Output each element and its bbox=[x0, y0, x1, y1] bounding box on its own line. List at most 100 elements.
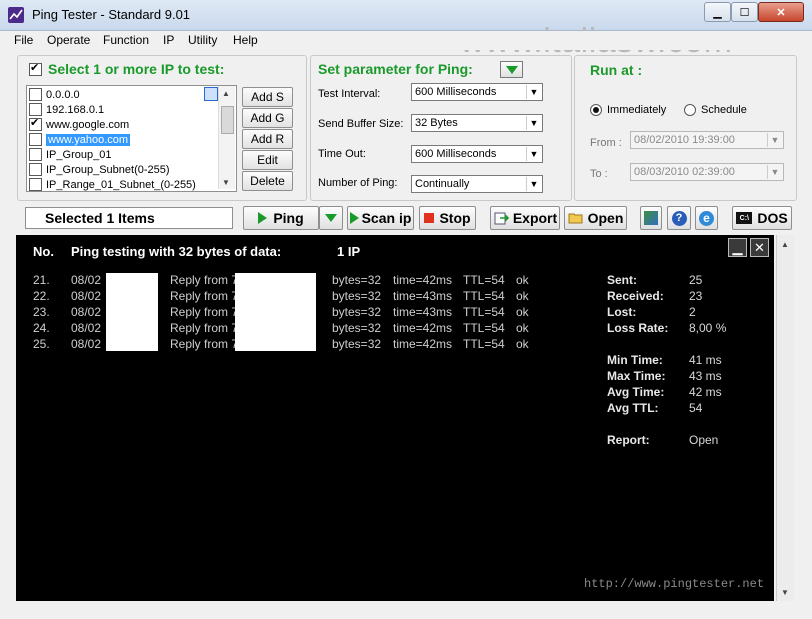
ip-list-item[interactable]: www.google.com bbox=[29, 116, 219, 132]
scroll-down-icon[interactable]: ▼ bbox=[219, 175, 233, 189]
row-bytes: bytes=32 bbox=[332, 321, 382, 335]
row-date: 08/02 bbox=[71, 273, 102, 287]
dropdown-arrow-icon: ▼ bbox=[526, 147, 541, 161]
row-number: 22. bbox=[33, 289, 50, 303]
scroll-up-icon[interactable]: ▲ bbox=[219, 86, 233, 100]
scroll-up-icon[interactable]: ▲ bbox=[778, 237, 792, 251]
close-icon: ✕ bbox=[754, 239, 765, 255]
help-button[interactable]: ? bbox=[667, 206, 691, 230]
row-number: 24. bbox=[33, 321, 50, 335]
ip-list-item[interactable]: www.yahoo.com bbox=[29, 132, 219, 147]
row-status: ok bbox=[516, 289, 529, 303]
from-datetime[interactable]: 08/02/2010 19:39:00 ▼ bbox=[630, 131, 784, 149]
network-tool-button[interactable] bbox=[640, 206, 662, 230]
ip-list[interactable]: 0.0.0.0 192.168.0.1 www.google.com www.yaho… bbox=[26, 85, 237, 192]
select-all-checkbox[interactable] bbox=[29, 61, 42, 79]
radio-schedule[interactable] bbox=[684, 104, 696, 119]
ip-list-item[interactable]: 0.0.0.0 bbox=[29, 87, 219, 102]
menu-file[interactable]: File bbox=[14, 33, 33, 47]
console-scrollbar[interactable]: ▲ ▼ bbox=[776, 235, 794, 601]
stat-label: Sent: bbox=[607, 273, 637, 287]
row-ttl: TTL=54 bbox=[463, 305, 505, 319]
radio-immediately[interactable] bbox=[590, 104, 602, 119]
edit-button[interactable]: Edit bbox=[242, 150, 293, 170]
ip-item-checkbox[interactable] bbox=[29, 148, 42, 161]
ip-item-checkbox[interactable] bbox=[29, 133, 42, 146]
add-group-button[interactable]: Add G bbox=[242, 108, 293, 128]
browser-button[interactable]: e bbox=[695, 206, 718, 230]
ip-item-checkbox[interactable] bbox=[29, 163, 42, 176]
add-range-button[interactable]: Add R bbox=[242, 129, 293, 149]
stat-label: Report: bbox=[607, 433, 650, 447]
dos-button[interactable]: C:\ DOS bbox=[732, 206, 792, 230]
window-title: Ping Tester - Standard 9.01 bbox=[32, 7, 191, 22]
row-bytes: bytes=32 bbox=[332, 337, 382, 351]
ping-options-button[interactable] bbox=[319, 206, 343, 230]
maximize-icon: ☐ bbox=[739, 6, 750, 19]
delete-button[interactable]: Delete bbox=[242, 171, 293, 191]
stat-value: 8,00 % bbox=[689, 321, 727, 335]
stat-label: Received: bbox=[607, 289, 664, 303]
chevron-down-icon bbox=[505, 65, 518, 74]
row-date: 08/02 bbox=[71, 305, 102, 319]
row-time: time=43ms bbox=[393, 305, 453, 319]
add-single-button[interactable]: Add S bbox=[242, 87, 293, 107]
test-interval-select[interactable]: 600 Milliseconds ▼ bbox=[411, 83, 543, 101]
menu-function[interactable]: Function bbox=[103, 33, 149, 47]
to-label: To : bbox=[590, 168, 608, 180]
scroll-thumb[interactable] bbox=[221, 106, 234, 134]
ip-item-checkbox[interactable] bbox=[29, 103, 42, 116]
row-bytes: bytes=32 bbox=[332, 289, 382, 303]
scan-ip-button[interactable]: Scan ip bbox=[347, 206, 414, 230]
ip-item-checkbox[interactable] bbox=[29, 116, 42, 131]
ip-list-item[interactable]: IP_Range_01_Subnet_(0-255) bbox=[29, 177, 219, 191]
row-reply: Reply from 7 bbox=[170, 337, 239, 351]
export-button[interactable]: Export bbox=[490, 206, 560, 230]
console-icon: C:\ bbox=[736, 212, 753, 224]
list-toggle-icon[interactable] bbox=[204, 87, 218, 101]
param-panel-title: Set parameter for Ping: bbox=[318, 61, 473, 77]
menu-ip[interactable]: IP bbox=[163, 33, 174, 47]
ip-item-label: 192.168.0.1 bbox=[46, 103, 105, 116]
ip-list-scrollbar[interactable]: ▲ ▼ bbox=[218, 86, 235, 189]
minimize-button[interactable]: ▁ bbox=[704, 2, 731, 22]
ip-panel-title: Select 1 or more IP to test: bbox=[48, 61, 225, 77]
row-number: 25. bbox=[33, 337, 50, 351]
ip-list-item[interactable]: IP_Group_01 bbox=[29, 147, 219, 162]
menu-operate[interactable]: Operate bbox=[47, 33, 90, 47]
close-button[interactable]: ✕ bbox=[758, 2, 804, 22]
row-reply: Reply from 7 bbox=[170, 305, 239, 319]
ip-list-item[interactable]: 192.168.0.1 bbox=[29, 102, 219, 117]
scroll-down-icon[interactable]: ▼ bbox=[778, 585, 792, 599]
to-datetime[interactable]: 08/03/2010 02:39:00 ▼ bbox=[630, 163, 784, 181]
menu-help[interactable]: Help bbox=[233, 33, 258, 47]
ip-list-item[interactable]: IP_Group_Subnet(0-255) bbox=[29, 162, 219, 177]
ip-item-checkbox[interactable] bbox=[29, 88, 42, 101]
row-time: time=43ms bbox=[393, 289, 453, 303]
dropdown-arrow-icon: ▼ bbox=[526, 116, 541, 130]
ip-item-label: IP_Group_Subnet(0-255) bbox=[46, 163, 170, 176]
console-minimize-button[interactable]: ▁ bbox=[728, 238, 747, 257]
play-icon bbox=[349, 212, 359, 224]
row-status: ok bbox=[516, 305, 529, 319]
dropdown-arrow-icon: ▼ bbox=[767, 165, 782, 179]
app-icon bbox=[8, 7, 24, 23]
timeout-select[interactable]: 600 Milliseconds ▼ bbox=[411, 145, 543, 163]
buffer-size-select[interactable]: 32 Bytes ▼ bbox=[411, 114, 543, 132]
website-url[interactable]: http://www.pingtester.net bbox=[584, 577, 764, 591]
stop-button[interactable]: Stop bbox=[419, 206, 476, 230]
row-reply: Reply from 7 bbox=[170, 273, 239, 287]
ip-item-checkbox[interactable] bbox=[29, 178, 42, 191]
column-no-header: No. bbox=[33, 244, 54, 259]
open-button[interactable]: Open bbox=[564, 206, 627, 230]
maximize-button[interactable]: ☐ bbox=[731, 2, 758, 22]
dropdown-arrow-icon: ▼ bbox=[526, 85, 541, 99]
row-time: time=42ms bbox=[393, 337, 453, 351]
stat-value[interactable]: Open bbox=[689, 433, 718, 447]
ping-button[interactable]: Ping bbox=[243, 206, 319, 230]
console-close-button[interactable]: ✕ bbox=[750, 238, 769, 257]
ping-count-select[interactable]: Continually ▼ bbox=[411, 175, 543, 193]
chevron-down-icon bbox=[325, 214, 337, 222]
param-menu-button[interactable] bbox=[500, 61, 523, 78]
menu-utility[interactable]: Utility bbox=[188, 33, 217, 47]
